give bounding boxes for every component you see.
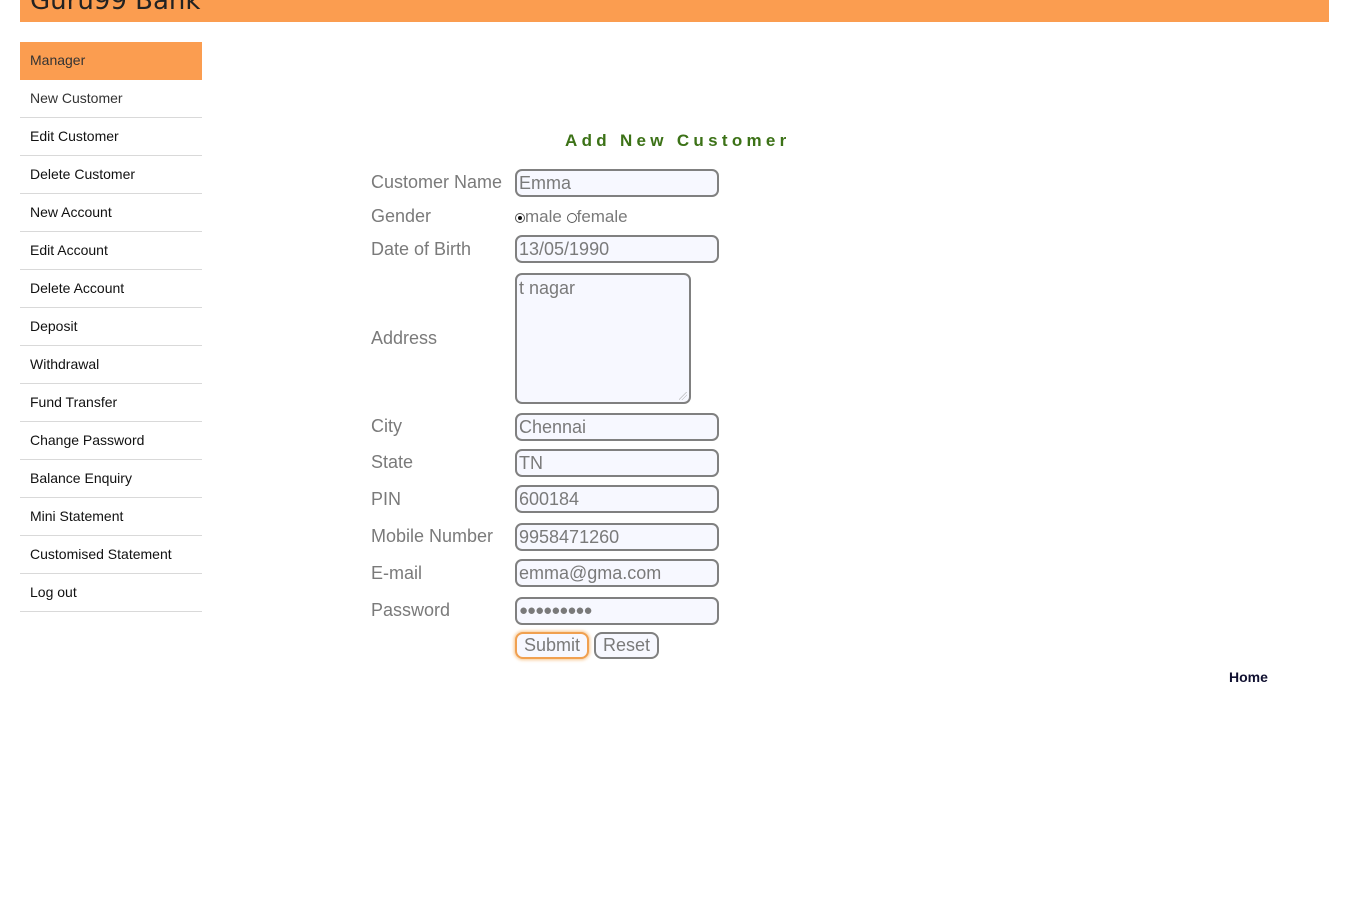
sidebar-item-manager[interactable]: Manager <box>20 42 202 80</box>
sidebar-item-fund-transfer[interactable]: Fund Transfer <box>20 384 202 422</box>
gender-male-radio[interactable] <box>515 213 525 223</box>
sidebar-item-customised-statement[interactable]: Customised Statement <box>20 536 202 574</box>
customer-name-label: Customer Name <box>371 172 503 192</box>
sidebar-item-withdrawal[interactable]: Withdrawal <box>20 346 202 384</box>
sidebar-item-change-password[interactable]: Change Password <box>20 422 202 460</box>
address-label: Address <box>371 328 438 348</box>
form-title: Add New Customer <box>565 131 791 150</box>
gender-female-label: female <box>576 207 628 226</box>
city-input[interactable]: Chennai <box>515 413 719 441</box>
sidebar-item-mini-statement[interactable]: Mini Statement <box>20 498 202 536</box>
submit-button[interactable]: Submit <box>515 632 589 659</box>
app-title: Guru99 Bank <box>30 0 201 16</box>
sidebar-item-delete-customer[interactable]: Delete Customer <box>20 156 202 194</box>
mobile-input[interactable]: 9958471260 <box>515 523 719 551</box>
dob-label: Date of Birth <box>371 239 472 259</box>
state-input[interactable]: TN <box>515 449 719 477</box>
address-text: t nagar <box>519 278 576 298</box>
gender-radio-group: male female <box>515 207 628 227</box>
email-label: E-mail <box>371 563 423 583</box>
gender-male-label: male <box>525 207 562 226</box>
sidebar-item-new-account[interactable]: New Account <box>20 194 202 232</box>
gender-label: Gender <box>371 206 432 226</box>
email-input[interactable]: emma@gma.com <box>515 559 719 587</box>
customer-name-input[interactable]: Emma <box>515 169 719 197</box>
sidebar-item-edit-account[interactable]: Edit Account <box>20 232 202 270</box>
sidebar-item-balance-enquiry[interactable]: Balance Enquiry <box>20 460 202 498</box>
mobile-label: Mobile Number <box>371 526 494 546</box>
sidebar-menu: Manager New Customer Edit Customer Delet… <box>20 42 202 612</box>
reset-button[interactable]: Reset <box>594 632 659 659</box>
address-textarea[interactable]: t nagar <box>515 273 691 404</box>
dob-input[interactable]: 13/05/1990 <box>515 235 719 263</box>
home-link[interactable]: Home <box>1229 669 1268 685</box>
pin-label: PIN <box>371 489 402 509</box>
sidebar-item-delete-account[interactable]: Delete Account <box>20 270 202 308</box>
gender-female-radio[interactable] <box>566 213 577 223</box>
sidebar-item-new-customer[interactable]: New Customer <box>20 80 202 118</box>
password-label: Password <box>371 600 451 620</box>
password-input[interactable]: ●●●●●●●●● <box>515 597 719 625</box>
sidebar-item-edit-customer[interactable]: Edit Customer <box>20 118 202 156</box>
sidebar-item-log-out[interactable]: Log out <box>20 574 202 612</box>
city-label: City <box>371 416 402 436</box>
sidebar-item-deposit[interactable]: Deposit <box>20 308 202 346</box>
resize-grip-icon[interactable] <box>679 392 687 400</box>
header-bar: Guru99 Bank <box>20 0 1329 22</box>
state-label: State <box>371 452 414 472</box>
pin-input[interactable]: 600184 <box>515 485 719 513</box>
